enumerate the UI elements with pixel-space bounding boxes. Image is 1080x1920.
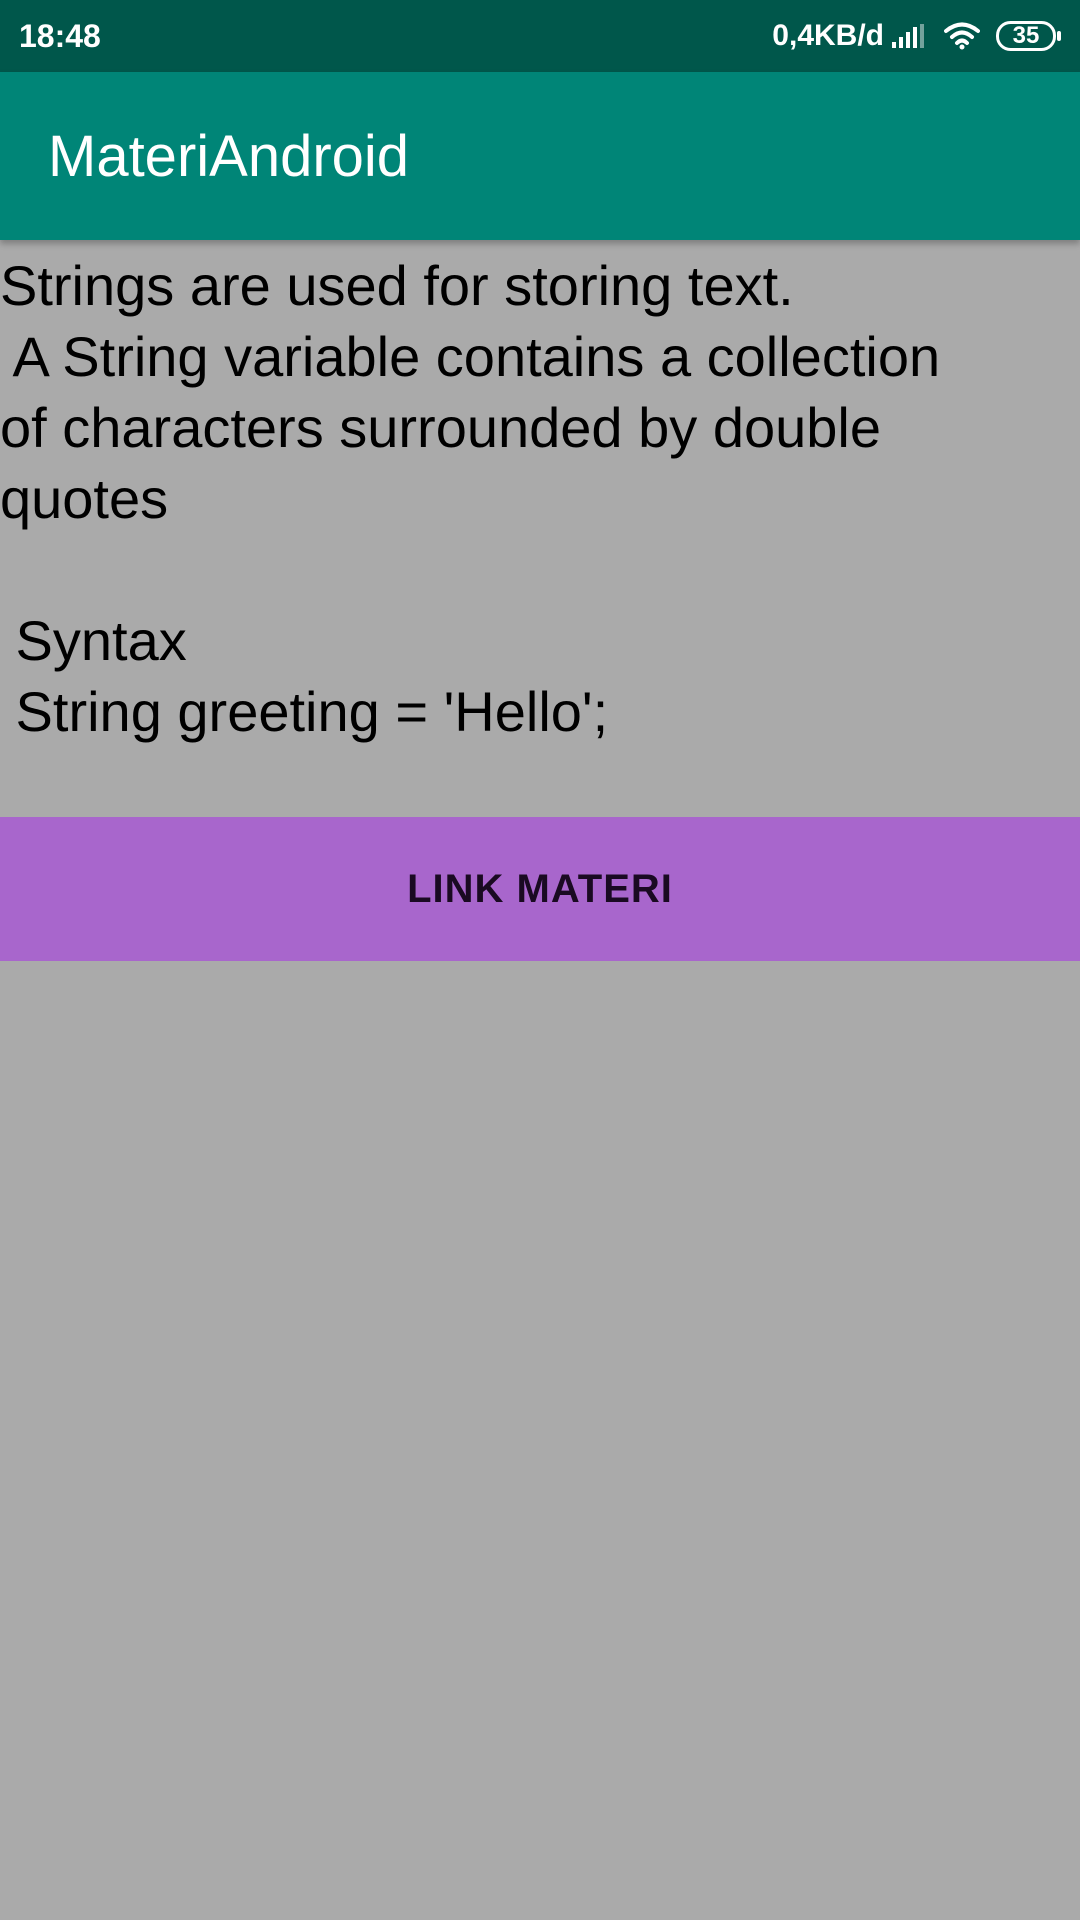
signal-icon xyxy=(892,24,924,48)
link-materi-button[interactable]: LINK MATERI xyxy=(0,817,1080,961)
status-icons: 0,4KB/d 35 xyxy=(772,16,1062,56)
lesson-text: Strings are used for storing text. A Str… xyxy=(0,254,941,743)
network-speed: 0,4KB/d xyxy=(772,19,884,52)
wifi-icon xyxy=(944,22,980,50)
app-screen: 18:48 0,4KB/d 35 MateriAndroid Strings a… xyxy=(0,0,1080,1920)
battery-icon: 35 xyxy=(996,21,1062,51)
app-bar: MateriAndroid xyxy=(0,72,1080,240)
status-bar: 18:48 0,4KB/d 35 xyxy=(0,0,1080,72)
battery-level: 35 xyxy=(1012,22,1040,49)
app-title: MateriAndroid xyxy=(48,124,410,189)
status-time: 18:48 xyxy=(19,18,101,54)
